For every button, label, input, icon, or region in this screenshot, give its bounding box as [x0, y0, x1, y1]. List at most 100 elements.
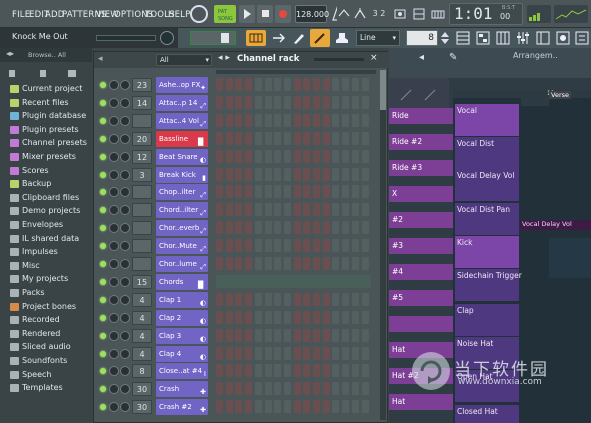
- step-button[interactable]: [351, 328, 359, 342]
- step-button[interactable]: [303, 328, 311, 342]
- browser-item[interactable]: Scores: [0, 164, 92, 178]
- channel-mixer-track[interactable]: [132, 113, 152, 128]
- step-button[interactable]: [303, 221, 311, 235]
- step-button[interactable]: [254, 203, 262, 217]
- step-button[interactable]: [245, 346, 253, 360]
- step-button[interactable]: [216, 131, 223, 145]
- step-button[interactable]: [283, 400, 291, 414]
- step-button[interactable]: [351, 149, 359, 163]
- typing-keyboard-icon[interactable]: [430, 5, 446, 23]
- step-button[interactable]: [303, 310, 311, 324]
- channel-mixer-track[interactable]: 23: [132, 78, 152, 92]
- channel-mute-led[interactable]: [100, 332, 106, 339]
- channel-volume-knob[interactable]: [120, 276, 130, 287]
- step-button[interactable]: [342, 364, 350, 378]
- step-button[interactable]: [274, 382, 282, 396]
- step-button[interactable]: [254, 257, 262, 270]
- step-button[interactable]: [313, 203, 320, 217]
- step-button[interactable]: [313, 257, 320, 270]
- master-volume-slider[interactable]: [190, 31, 236, 45]
- browser-item[interactable]: Rendered: [0, 327, 92, 341]
- step-button[interactable]: [293, 239, 301, 253]
- browser-item[interactable]: Plugin database: [0, 109, 92, 123]
- step-button[interactable]: [342, 292, 350, 306]
- step-edit-icon[interactable]: [411, 5, 427, 23]
- step-button[interactable]: [235, 167, 243, 181]
- channel-volume-knob[interactable]: [120, 366, 130, 377]
- playlist-lane[interactable]: Vocal Delay Vol: [455, 169, 519, 201]
- step-button[interactable]: [361, 346, 369, 360]
- browser-item[interactable]: Envelopes: [0, 218, 92, 232]
- step-button[interactable]: [225, 292, 233, 306]
- step-button[interactable]: [264, 203, 272, 217]
- master-volume-knob-icon[interactable]: [190, 5, 208, 23]
- step-button[interactable]: [351, 95, 359, 109]
- step-button[interactable]: [216, 382, 223, 396]
- step-button[interactable]: [245, 257, 253, 270]
- channel-volume-knob[interactable]: [120, 259, 130, 269]
- playlist-tools-icon[interactable]: ✎: [449, 52, 457, 63]
- step-button[interactable]: [216, 400, 223, 414]
- playlist-track[interactable]: Hat: [389, 394, 453, 410]
- step-button[interactable]: [254, 149, 262, 163]
- channel-mixer-track[interactable]: 4: [132, 292, 152, 307]
- channel-mixer-track[interactable]: 30: [132, 400, 152, 415]
- piano-roll-icon[interactable]: [246, 30, 266, 46]
- step-button[interactable]: [351, 185, 359, 199]
- channel-mixer-track[interactable]: [132, 239, 152, 254]
- play-button[interactable]: [239, 5, 255, 23]
- step-button[interactable]: [322, 239, 330, 253]
- step-button[interactable]: [332, 328, 340, 342]
- channel-name-button[interactable]: Crash #2 ✚: [156, 399, 208, 416]
- step-button[interactable]: [225, 113, 233, 127]
- step-button[interactable]: [274, 113, 282, 127]
- step-button[interactable]: [283, 328, 291, 342]
- browser-item[interactable]: Clipboard files: [0, 191, 92, 205]
- step-button[interactable]: [293, 364, 301, 378]
- channel-pan-knob[interactable]: [109, 402, 119, 413]
- step-button[interactable]: [303, 292, 311, 306]
- step-button[interactable]: [361, 95, 369, 109]
- step-button[interactable]: [313, 346, 320, 360]
- step-button[interactable]: [235, 328, 243, 342]
- step-button[interactable]: [351, 131, 359, 145]
- step-button[interactable]: [332, 113, 340, 127]
- plugin-picker-icon[interactable]: [555, 30, 571, 46]
- tempo-display[interactable]: 128.000: [295, 5, 329, 23]
- step-button[interactable]: [322, 346, 330, 360]
- step-button[interactable]: [274, 239, 282, 253]
- step-button[interactable]: [274, 310, 282, 324]
- step-button[interactable]: [216, 149, 223, 163]
- clip-vocal-delay-vol[interactable]: Vocal Delay Vol: [520, 220, 591, 230]
- browser-item[interactable]: Templates: [0, 381, 92, 395]
- step-button[interactable]: [216, 78, 223, 91]
- step-button[interactable]: [274, 78, 282, 91]
- step-button[interactable]: [332, 400, 340, 414]
- channel-mixer-track[interactable]: [132, 221, 152, 236]
- channel-mute-led[interactable]: [100, 171, 106, 178]
- step-button[interactable]: [254, 131, 262, 145]
- step-button[interactable]: [351, 257, 359, 270]
- rack-menu-arrow-icon[interactable]: ◂: [98, 54, 103, 64]
- step-button[interactable]: [313, 221, 320, 235]
- automation-clip[interactable]: [549, 238, 591, 278]
- step-button[interactable]: [293, 95, 301, 109]
- step-button[interactable]: [293, 328, 301, 342]
- browser-item[interactable]: Mixer presets: [0, 150, 92, 164]
- channel-mixer-track[interactable]: 4: [132, 310, 152, 325]
- step-button[interactable]: [225, 328, 233, 342]
- channel-pan-knob[interactable]: [109, 223, 119, 234]
- step-button[interactable]: [245, 113, 253, 127]
- channel-name-button[interactable]: Chor..everb ⤢: [156, 220, 208, 237]
- channel-mute-led[interactable]: [100, 386, 106, 393]
- step-button[interactable]: [235, 292, 243, 306]
- step-button[interactable]: [322, 95, 330, 109]
- step-button[interactable]: [245, 78, 253, 91]
- step-button[interactable]: [274, 257, 282, 270]
- master-pitch-knob-icon[interactable]: [160, 31, 174, 45]
- channel-pan-knob[interactable]: [109, 294, 119, 305]
- channel-mute-led[interactable]: [100, 153, 106, 160]
- step-button[interactable]: [264, 113, 272, 127]
- channel-volume-knob[interactable]: [120, 169, 130, 180]
- channel-mute-led[interactable]: [100, 99, 106, 106]
